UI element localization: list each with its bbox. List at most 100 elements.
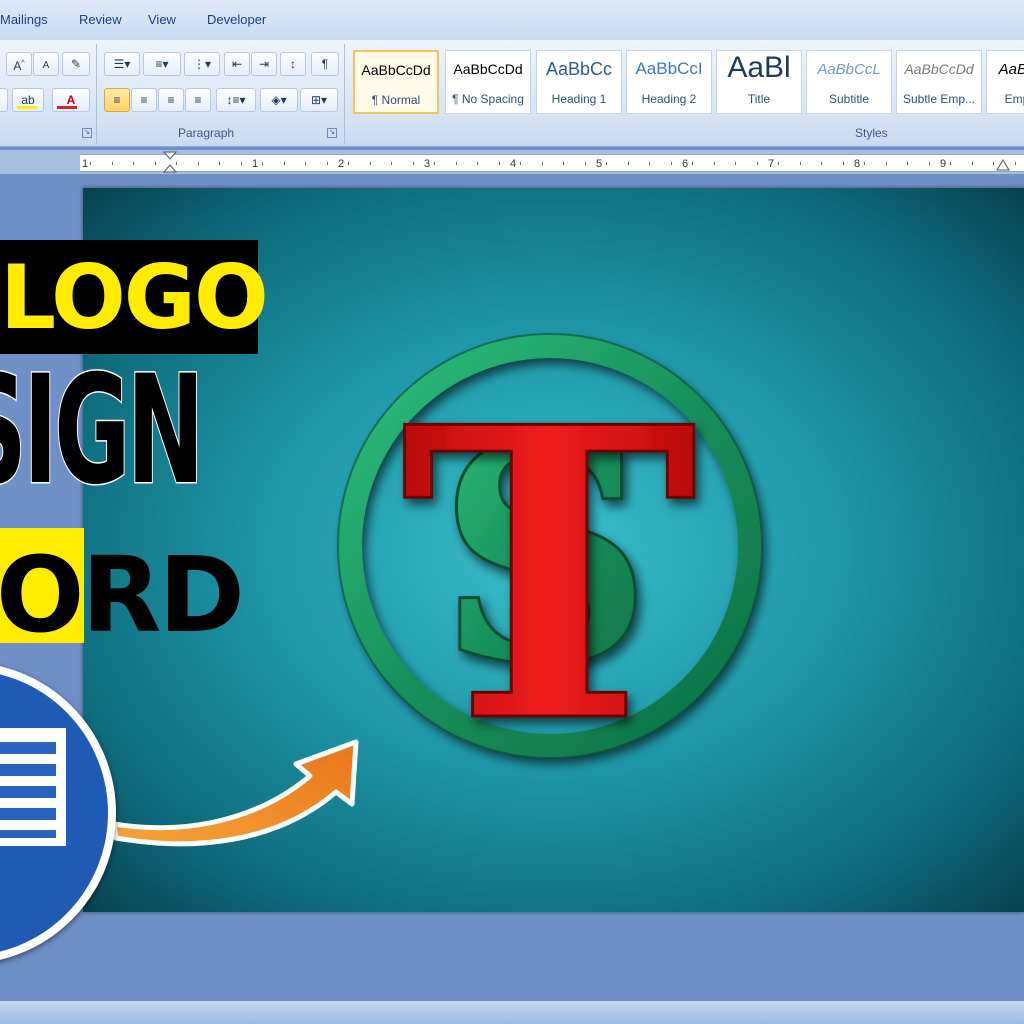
ruler-tick (778, 162, 779, 165)
highlight-color-swatch (17, 106, 37, 109)
font-color-button[interactable]: A (52, 88, 90, 112)
ruler-tick (541, 162, 543, 165)
ruler-number: 9 (940, 158, 947, 170)
doc-line (0, 830, 56, 838)
paragraph-dialog-launcher[interactable]: ↘ (327, 128, 337, 138)
title-line-1: LOGO (0, 246, 269, 349)
ruler-tick (735, 162, 736, 165)
increase-indent-button[interactable]: ⇥ (251, 52, 277, 76)
font-dialog-launcher[interactable]: ↘ (82, 128, 92, 138)
ruler-tick (1014, 162, 1016, 165)
bullets-button[interactable]: ☰▾ (104, 52, 140, 76)
style-name: Heading 2 (641, 92, 697, 106)
tab-developer[interactable]: Developer (207, 12, 266, 27)
ruler-tick (563, 162, 564, 165)
ruler-number: 8 (854, 158, 861, 170)
style-name: ¶ No Spacing (452, 92, 524, 106)
ruler-number: 7 (768, 158, 775, 170)
ruler-tick (283, 162, 285, 165)
style-no-spacing[interactable]: AaBbCcDd ¶ No Spacing (445, 50, 531, 114)
style-emphasis[interactable]: AaBb Emp (986, 50, 1024, 114)
ruler-number: 6 (682, 158, 689, 170)
style-name: Emp (1004, 92, 1024, 106)
ruler-tick (262, 162, 263, 165)
borders-button[interactable]: ⊞▾ (300, 88, 338, 112)
status-bar (0, 1000, 1024, 1024)
ruler-tick (864, 162, 865, 165)
tab-view[interactable]: View (148, 12, 176, 27)
style-normal[interactable]: AaBbCcDd ¶ Normal (353, 50, 439, 114)
word-window: Mailings Review View Developer A^ A ✎ ab… (0, 0, 1024, 1024)
shading-button[interactable]: ◈▾ (260, 88, 298, 112)
text-highlight-button[interactable]: ab (12, 88, 44, 112)
style-name: Subtle Emp... (902, 92, 976, 106)
style-sample: AaBbCcL (817, 61, 881, 78)
horizontal-ruler[interactable]: 1 1 2 3 4 5 6 7 8 9 (0, 150, 1024, 174)
ruler-tick (670, 162, 672, 165)
ruler-tick (907, 162, 908, 165)
style-subtitle[interactable]: AaBbCcL Subtitle (806, 50, 892, 114)
align-right-button[interactable]: ≡ (158, 88, 184, 112)
paragraph-group-label: Paragraph (178, 126, 235, 140)
ruler-tick (455, 162, 457, 165)
style-title[interactable]: AaBl Title (716, 50, 802, 114)
logo-letter-t: T (400, 341, 698, 811)
style-sample: AaBb (998, 61, 1024, 78)
right-indent-marker[interactable] (996, 154, 1010, 172)
ribbon: A^ A ✎ ab A ↘ ☰▾ ≡▾ ⋮▾ ⇤ ⇥ ↕ ¶ ≡ ≡ ≡ ≡ ↕… (0, 40, 1024, 147)
tab-review[interactable]: Review (79, 12, 122, 27)
ruler-tick (348, 162, 349, 165)
ruler-tick (692, 162, 693, 165)
ruler-tick (111, 162, 113, 165)
decrease-indent-button[interactable]: ⇤ (224, 52, 250, 76)
ruler-tick (197, 162, 199, 165)
indent-marker[interactable] (162, 150, 178, 174)
show-marks-button[interactable]: ¶ (311, 52, 339, 76)
ruler-tick (842, 162, 844, 165)
tab-mailings[interactable]: Mailings (0, 12, 48, 27)
multilevel-list-button[interactable]: ⋮▾ (184, 52, 220, 76)
ruler-number: 5 (596, 158, 603, 170)
group-separator (96, 44, 97, 144)
ruler-tick (240, 162, 242, 165)
shrink-font-button[interactable]: A (33, 52, 59, 76)
highlighter-icon: ab (21, 93, 35, 107)
style-sample: AaBbCcDd (361, 62, 431, 78)
sort-button[interactable]: ↕ (280, 52, 306, 76)
ruler-tick (90, 162, 91, 165)
style-sample: AaBbCcI (635, 59, 703, 78)
justify-button[interactable]: ≡ (185, 88, 211, 112)
style-name: ¶ Normal (371, 93, 421, 107)
align-center-button[interactable]: ≡ (131, 88, 157, 112)
ruler-tick (993, 162, 994, 165)
font-group-button[interactable] (0, 88, 8, 112)
ruler-number: 1 (82, 158, 89, 170)
ruler-number: 4 (510, 158, 517, 170)
style-sample: AaBbCcDd (904, 61, 974, 77)
align-left-button[interactable]: ≡ (104, 88, 130, 112)
style-heading-1[interactable]: AaBbCc Heading 1 (536, 50, 622, 114)
ruler-tick (133, 162, 134, 165)
doc-line (0, 786, 56, 798)
ruler-tick (649, 162, 650, 165)
ruler-tick (305, 162, 306, 165)
ruler-tick (821, 162, 822, 165)
numbering-button[interactable]: ≡▾ (143, 52, 181, 76)
clear-formatting-button[interactable]: ✎ (62, 52, 90, 76)
ruler-tick (971, 162, 973, 165)
grow-font-button[interactable]: A^ (6, 52, 32, 76)
style-sample: AaBl (727, 51, 791, 84)
ruler-tick (885, 162, 887, 165)
ruler-tick (713, 162, 715, 165)
line-spacing-button[interactable]: ↕≡▾ (216, 88, 256, 112)
style-heading-2[interactable]: AaBbCcI Heading 2 (626, 50, 712, 114)
ruler-tick (928, 162, 930, 165)
ruler-tick (520, 162, 521, 165)
style-subtle-emphasis[interactable]: AaBbCcDd Subtle Emp... (896, 50, 982, 114)
ribbon-tab-strip: Mailings Review View Developer (0, 0, 1024, 41)
doc-line (0, 742, 56, 754)
font-color-icon: A (66, 93, 76, 107)
styles-group-label: Styles (855, 126, 888, 140)
font-color-swatch (57, 106, 77, 109)
style-sample: AaBbCcDd (453, 61, 523, 77)
